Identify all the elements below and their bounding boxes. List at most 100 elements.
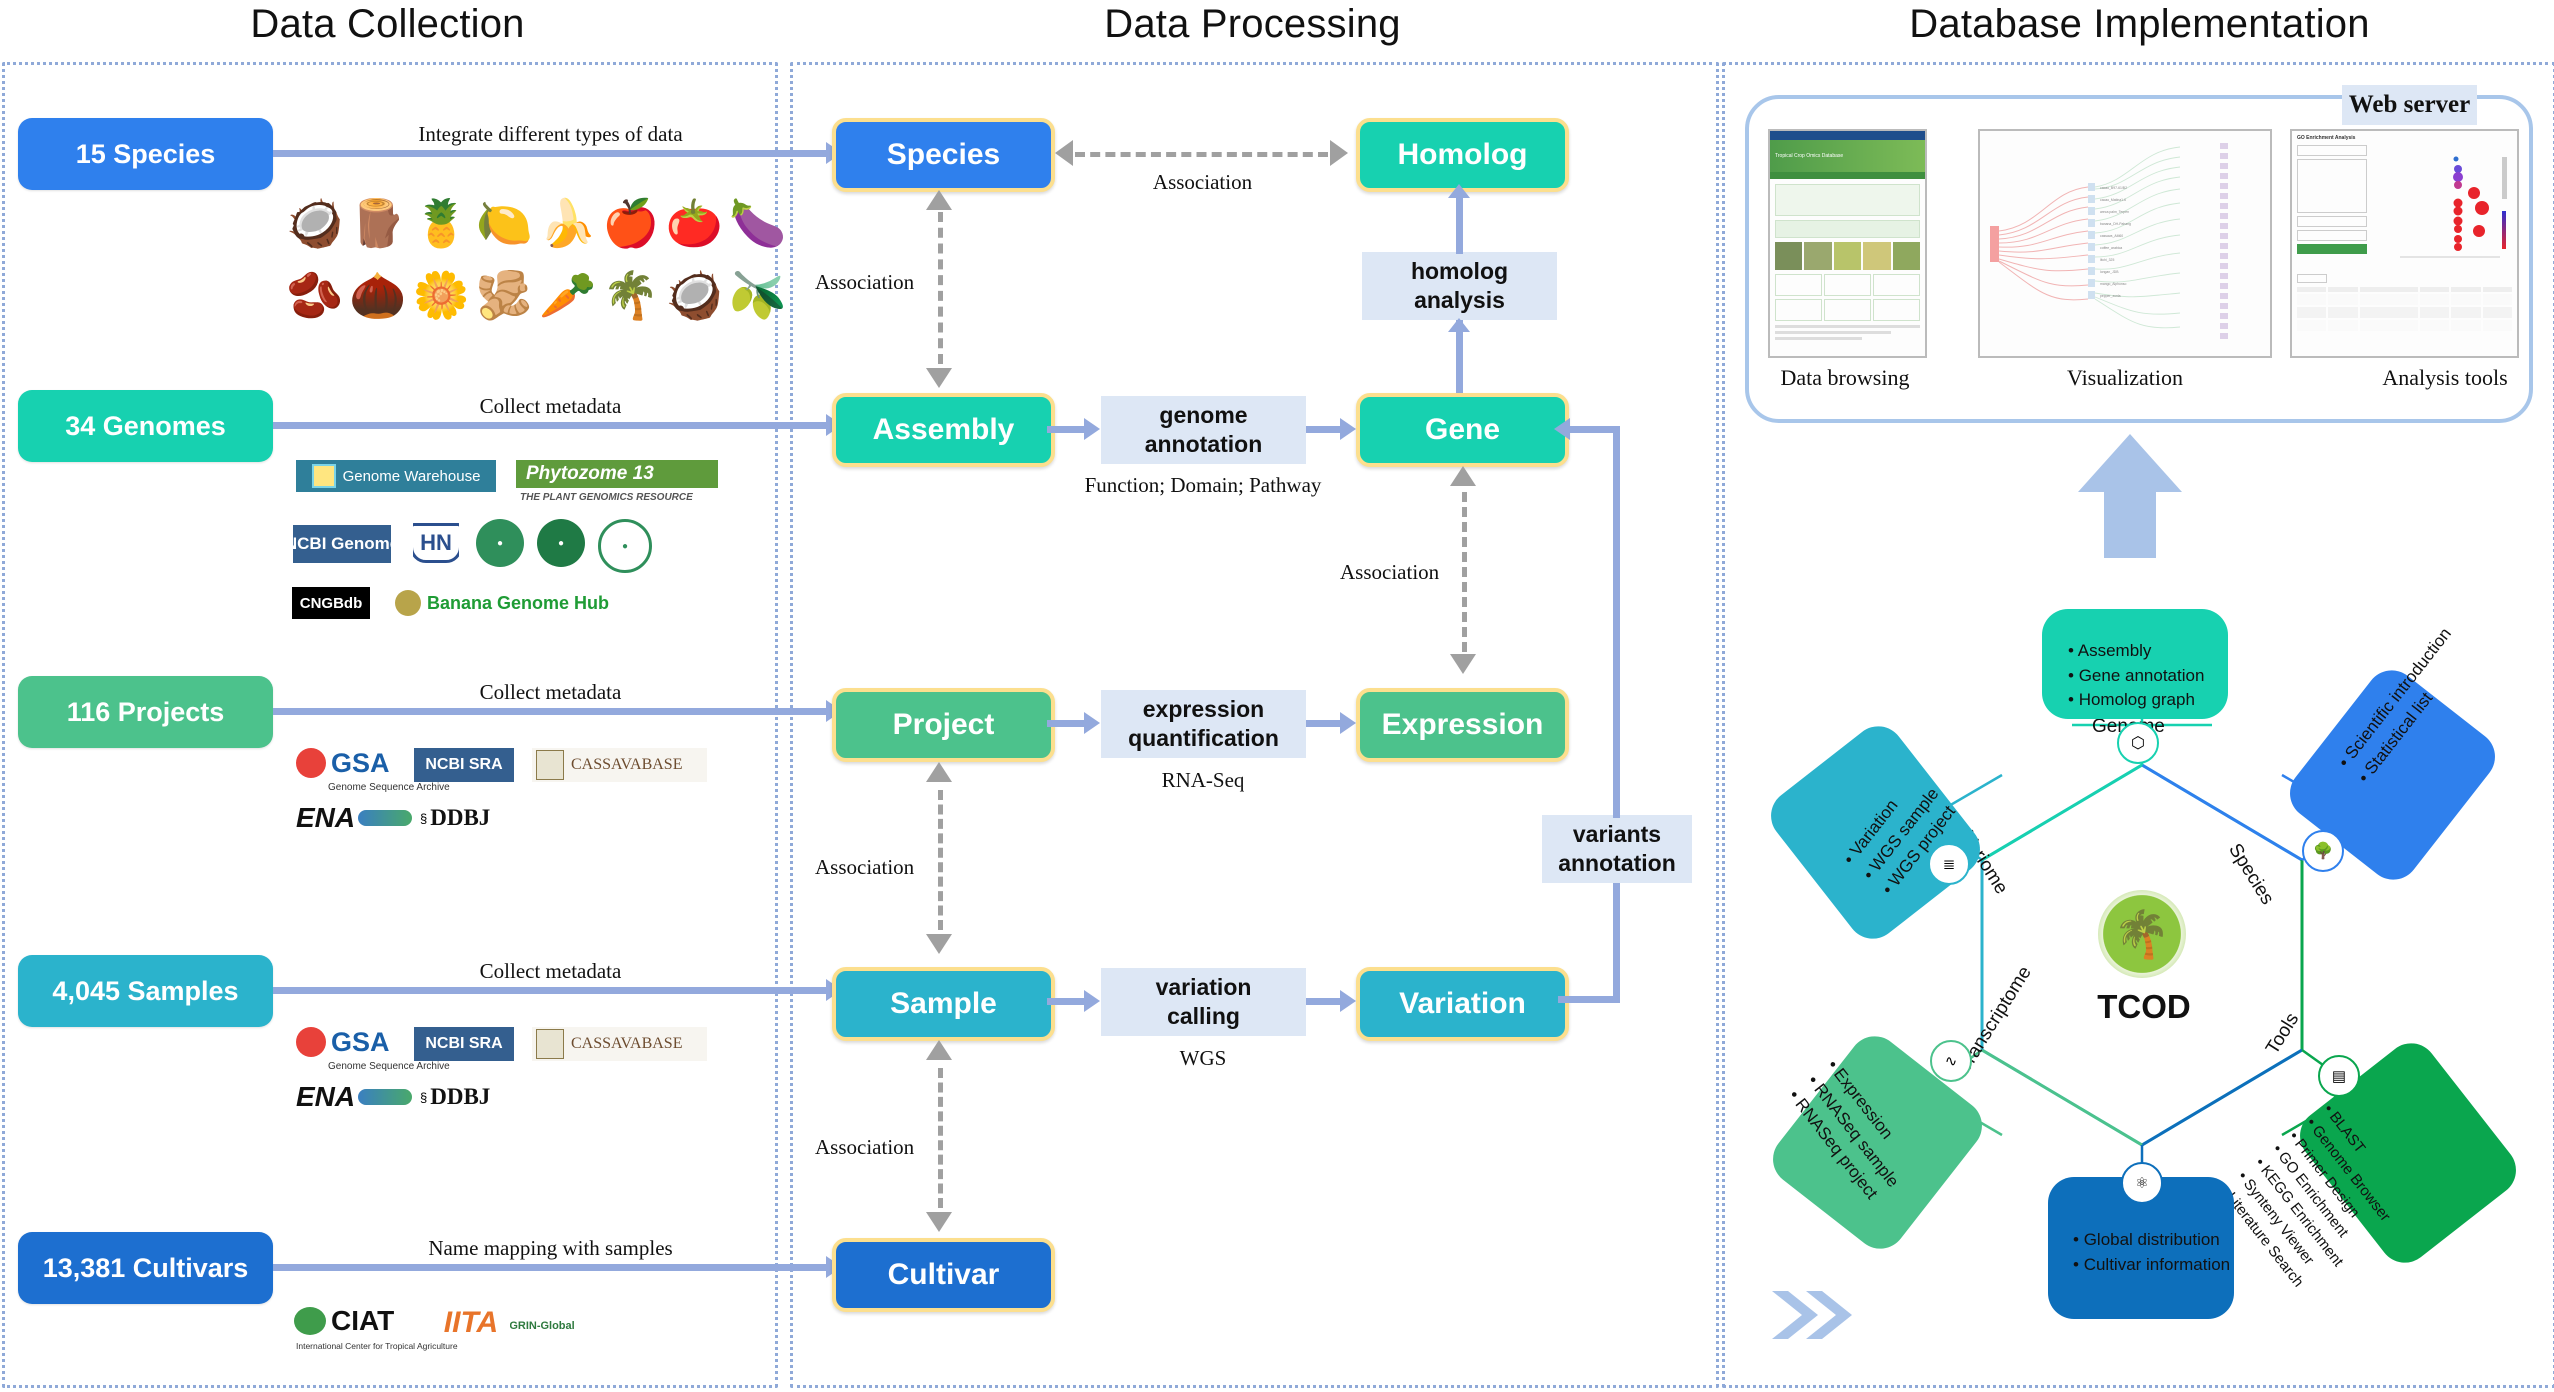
entity-label: Gene — [1424, 413, 1501, 446]
sankey-graphic-icon: cacao_B97-61/B2 cacao_Matina1-6 areca pal… — [1990, 143, 2228, 339]
connector-assembly-annotation — [1047, 426, 1087, 433]
variant-bars-icon: ≣ — [1928, 843, 1970, 885]
pill-34-genomes[interactable]: 34 Genomes — [18, 390, 273, 462]
logo-label: Phytozome 13 — [526, 463, 654, 484]
pill-label: 34 Genomes — [65, 410, 226, 441]
pill-13381-cultivars[interactable]: 13,381 Cultivars — [18, 1232, 273, 1304]
association-label-species-assembly: Association — [815, 270, 915, 294]
ginger-icon: 🫚 — [475, 269, 540, 321]
process-sub-expression: RNA-Seq — [1161, 768, 1245, 792]
species-icon-strip-row1: 🥥🪵🍍🍋🍌🍎🍅🍆 — [286, 196, 786, 258]
entity-label: Project — [892, 708, 995, 741]
connector-genomes — [273, 422, 830, 429]
connector-variation-right — [1558, 996, 1620, 1003]
entity-label: Variation — [1399, 987, 1526, 1020]
arrowhead-variation-in — [1340, 990, 1356, 1012]
logo-phytozome-tagline: THE PLANT GENOMICS RESOURCE — [520, 489, 720, 505]
entity-gene[interactable]: Gene — [1356, 393, 1569, 467]
logo-label: Banana Genome Hub — [427, 592, 610, 613]
logo-label: IITA — [443, 1306, 499, 1339]
screenshot-title: GO Enrichment Analysis — [2297, 135, 2356, 141]
association-label-project-sample: Association — [815, 855, 915, 879]
process-expression-quantification: expression quantification — [1101, 690, 1306, 758]
connector-homolog-analysis-up — [1456, 194, 1463, 254]
entity-cultivar[interactable]: Cultivar — [832, 1238, 1055, 1312]
svg-text:cacao_B97-61/B2: cacao_B97-61/B2 — [2100, 186, 2127, 190]
logo-institute-1-icon: ● — [476, 519, 524, 567]
logo-label: International Center for Tropical Agricu… — [296, 1341, 458, 1351]
logo-banana-genome-hub: Banana Genome Hub — [395, 587, 615, 619]
upload-arrow-icon — [2078, 434, 2182, 558]
screenshot-analysis-tools[interactable]: GO Enrichment Analysis — [2290, 129, 2519, 358]
cacao-icon: 🌰 — [349, 269, 413, 321]
logo-label: Genome Sequence Archive — [328, 781, 450, 793]
edge-label-genomes: Collect metadata — [479, 394, 622, 418]
pill-label: 13,381 Cultivars — [42, 1252, 249, 1283]
connector-quant-expression — [1306, 720, 1344, 727]
svg-text:litchi_325: litchi_325 — [2100, 258, 2114, 262]
logo-label: DDBJ — [430, 805, 491, 830]
association-label-gene-expression: Association — [1340, 560, 1440, 584]
mango-icon: 🍋 — [475, 197, 540, 249]
logo-gsa-projects-sub: Genome Sequence Archive — [328, 780, 488, 794]
cocoa-pod-icon: 🥥 — [286, 197, 350, 249]
caption-data-browsing: Data browsing — [1780, 365, 1910, 390]
logo-label: THE PLANT GENOMICS RESOURCE — [520, 491, 693, 503]
apple-icon: 🍎 — [602, 197, 666, 249]
item-label: Gene annotation — [2078, 665, 2205, 685]
arrowhead-project-up — [926, 762, 952, 782]
entity-label: Expression — [1381, 708, 1544, 741]
entity-variation[interactable]: Variation — [1356, 967, 1569, 1041]
logo-label: NCBI SRA — [425, 1035, 503, 1052]
association-gene-expression — [1462, 492, 1467, 652]
screenshot-visualization[interactable]: cacao_B97-61/B2 cacao_Matina1-6 areca pal… — [1978, 129, 2272, 358]
chevron-double-right-icon — [1772, 1291, 1852, 1339]
association-project-sample — [938, 790, 943, 930]
web-server-label: Web server — [2348, 91, 2471, 118]
hex-card-cultivar-items: • Global distribution • Cultivar informa… — [2073, 1230, 2231, 1274]
logo-label: ENA — [296, 802, 356, 833]
connector-calling-variation — [1306, 998, 1344, 1005]
arrowhead-left-species — [1055, 140, 1073, 166]
logo-label: ENA — [296, 1081, 356, 1112]
svg-text:longan_JDB: longan_JDB — [2100, 270, 2119, 274]
screenshot-data-browsing[interactable]: Tropical Crop Omics Database — [1768, 129, 1927, 358]
ena-helix-icon — [358, 1089, 413, 1105]
logo-label: CASSAVABASE — [571, 1035, 683, 1052]
entity-assembly[interactable]: Assembly — [832, 393, 1055, 467]
arrowhead-gene-in — [1340, 418, 1356, 440]
entity-homolog[interactable]: Homolog — [1356, 118, 1569, 192]
entity-species[interactable]: Species — [832, 118, 1055, 192]
svg-text:pepper_zunla: pepper_zunla — [2100, 294, 2121, 298]
pill-4045-samples[interactable]: 4,045 Samples — [18, 955, 273, 1027]
pill-label: 116 Projects — [66, 696, 225, 727]
pill-15-species[interactable]: 15 Species — [18, 118, 273, 190]
logo-ncbi-sra-projects: NCBI SRA — [414, 748, 514, 782]
logo-label: DDBJ — [430, 1084, 491, 1109]
cassavabase-mark-icon — [536, 1029, 564, 1059]
gsa-mark-icon — [296, 748, 326, 778]
entity-project[interactable]: Project — [832, 688, 1055, 762]
svg-text:mango_Alphonso: mango_Alphonso — [2100, 282, 2127, 286]
connector-variants-gene-h — [1570, 426, 1618, 433]
coffee-bean-icon: 🫘 — [286, 269, 350, 321]
genome-warehouse-mark-icon — [311, 464, 336, 488]
process-sub-genome-annotation: Function; Domain; Pathway — [1084, 473, 1322, 497]
eggplant-icon: 🍆 — [728, 197, 793, 249]
grid-apps-icon: ▤ — [2318, 1055, 2360, 1097]
entity-expression[interactable]: Expression — [1356, 688, 1569, 762]
connector-variation-to-variants — [1613, 883, 1620, 998]
logo-institute-2-icon: ● — [537, 519, 585, 567]
entity-label: Assembly — [872, 413, 1015, 446]
process-variants-annotation: variants annotation — [1542, 815, 1692, 883]
pill-116-projects[interactable]: 116 Projects — [18, 676, 273, 748]
arrowhead-expression-down — [1450, 654, 1476, 674]
column-title-database-implementation: Database Implementation — [1909, 2, 2370, 46]
caption-analysis-tools: Analysis tools — [2382, 365, 2508, 390]
item-label: Assembly — [2077, 641, 2152, 660]
logo-phytozome: Phytozome 13 — [516, 460, 718, 488]
svg-text:banana_DH-Pahang: banana_DH-Pahang — [2100, 222, 2131, 226]
entity-sample[interactable]: Sample — [832, 967, 1055, 1041]
connector-species — [273, 150, 830, 157]
arrowhead-right-homolog — [1330, 140, 1348, 166]
